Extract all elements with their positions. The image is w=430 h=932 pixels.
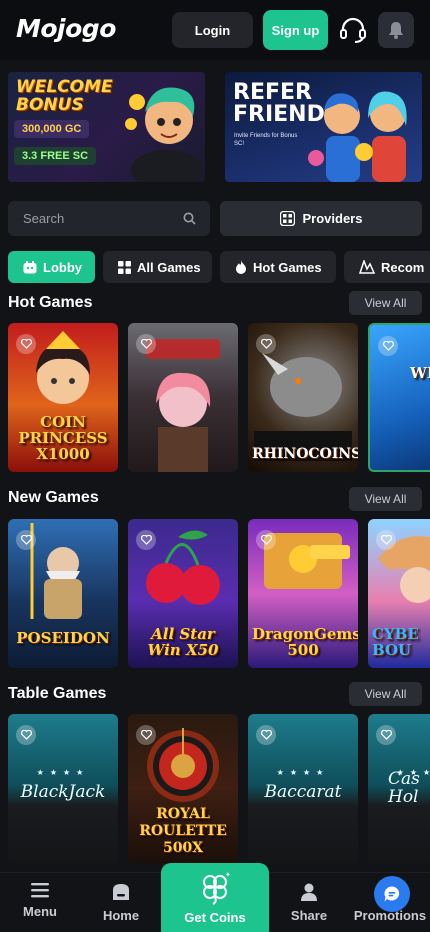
tab-label: Lobby <box>43 259 82 275</box>
share-user-icon <box>301 883 317 901</box>
game-card[interactable]: ★★★★ BlackJack <box>8 714 118 863</box>
nav-label: Menu <box>23 904 57 919</box>
game-title: ROYAL ROULETTE 500X <box>139 806 227 856</box>
game-card[interactable]: All Star Win X50 <box>128 519 238 668</box>
favorite-heart-icon[interactable] <box>136 530 156 550</box>
game-card[interactable]: COIN PRINCESS X1000 <box>8 323 118 472</box>
hot-games-row: COIN PRINCESS X1000 RHINOCOINS WIN <box>8 323 430 473</box>
section-title-table-games: Table Games <box>8 685 107 702</box>
game-card[interactable]: ★★★★ Cas Hol <box>368 714 430 863</box>
favorite-heart-icon[interactable] <box>256 530 276 550</box>
game-title: CYBE BOU <box>372 625 419 659</box>
game-card[interactable]: POSEIDON <box>8 519 118 668</box>
get-coins-label: Get Coins <box>184 910 246 925</box>
game-title: Baccarat <box>264 782 342 802</box>
tab-lobby[interactable]: Lobby <box>8 251 95 283</box>
game-card[interactable]: RHINOCOINS <box>248 323 358 472</box>
support-headset-icon[interactable] <box>338 14 368 46</box>
section-title-new-games: New Games <box>8 489 99 506</box>
favorite-heart-icon[interactable] <box>16 530 36 550</box>
svg-text:✦: ✦ <box>225 871 231 879</box>
nav-label: Share <box>290 908 328 923</box>
game-card[interactable]: DragonGems 500 <box>248 519 358 668</box>
nav-label: Home <box>102 908 140 923</box>
game-title: RHINOCOINS <box>252 446 358 462</box>
game-card[interactable]: CYBE BOU <box>368 519 430 668</box>
menu-icon <box>31 883 49 898</box>
tab-label: Recom <box>381 259 425 275</box>
view-all-hot-games-button[interactable]: View All <box>349 291 422 315</box>
favorite-heart-icon[interactable] <box>136 334 156 354</box>
brand-logo[interactable]: Mojogo <box>16 14 116 43</box>
coins-clover-icon: ✦ <box>203 871 231 905</box>
search-box <box>8 201 210 236</box>
table-games-row: ★★★★ BlackJack ROYAL ROULETTE 500X ★★★★ … <box>8 714 430 864</box>
search-icon[interactable] <box>183 212 196 225</box>
game-title: WIN <box>410 364 430 382</box>
notifications-bell-icon[interactable] <box>378 12 414 48</box>
game-title: POSEIDON <box>16 629 110 647</box>
section-title-hot-games: Hot Games <box>8 294 93 311</box>
providers-button[interactable]: Providers <box>220 201 422 236</box>
category-tabs: Lobby All Games Hot Games Recom <box>8 251 430 283</box>
view-all-table-games-button[interactable]: View All <box>349 682 422 706</box>
favorite-heart-icon[interactable] <box>376 725 396 745</box>
new-games-row: POSEIDON All Star Win X50 DragonGems 500… <box>8 519 430 669</box>
tab-label: Hot Games <box>253 259 322 275</box>
top-header: Mojogo Login Sign up <box>0 0 430 60</box>
mascot-illustration <box>125 87 203 182</box>
favorite-heart-icon[interactable] <box>256 725 276 745</box>
game-card[interactable]: WIN <box>368 323 430 472</box>
favorite-heart-icon[interactable] <box>378 336 398 356</box>
chat-button[interactable] <box>374 876 410 912</box>
nav-menu[interactable]: Menu <box>0 873 80 932</box>
friends-illustration <box>308 91 407 182</box>
view-all-new-games-button[interactable]: View All <box>349 487 422 511</box>
game-card[interactable]: ROYAL ROULETTE 500X <box>128 714 238 863</box>
banner-subtitle: Invite Friends for Bonus SC! <box>234 133 298 147</box>
favorite-heart-icon[interactable] <box>376 530 396 550</box>
gc-bonus-pill: 300,000 GC <box>14 120 90 138</box>
grid-icon <box>118 260 131 274</box>
tab-all-games[interactable]: All Games <box>103 251 212 283</box>
sc-bonus-pill: 3.3 FREE SC <box>14 147 97 165</box>
tab-recommended[interactable]: Recom <box>344 251 430 283</box>
game-card[interactable]: ★★★★ Baccarat <box>248 714 358 863</box>
game-title: BlackJack <box>20 782 106 802</box>
game-title: All Star Win X50 <box>147 625 219 659</box>
stars-decoration: ★★★★ <box>276 768 330 777</box>
refer-friends-banner[interactable]: REFER FRIENDS Invite Friends for Bonus SC… <box>225 72 422 182</box>
providers-icon <box>279 211 295 226</box>
nav-share[interactable]: Share <box>269 873 349 932</box>
favorite-heart-icon[interactable] <box>16 725 36 745</box>
tab-label: All Games <box>137 259 201 275</box>
game-title: Cas Hol <box>388 769 420 807</box>
favorite-heart-icon[interactable] <box>16 334 36 354</box>
stars-decoration: ★★★★ <box>36 768 90 777</box>
game-title: DragonGems 500 <box>252 625 358 659</box>
banner-title: WELCOME BONUS <box>16 77 113 115</box>
providers-label: Providers <box>302 211 363 226</box>
search-input[interactable] <box>8 201 210 236</box>
get-coins-button[interactable]: ✦ Get Coins <box>161 863 269 932</box>
login-button[interactable]: Login <box>172 12 253 48</box>
recommend-icon <box>359 260 375 274</box>
game-title: COIN PRINCESS X1000 <box>18 413 108 463</box>
home-icon <box>113 884 129 900</box>
welcome-bonus-banner[interactable]: WELCOME BONUS 300,000 GC 3.3 FREE SC <box>8 72 205 182</box>
game-card[interactable] <box>128 323 238 472</box>
favorite-heart-icon[interactable] <box>136 725 156 745</box>
chat-icon <box>384 886 400 902</box>
flame-icon <box>236 260 246 274</box>
tab-hot-games[interactable]: Hot Games <box>220 251 336 283</box>
favorite-heart-icon[interactable] <box>256 334 276 354</box>
lobby-icon <box>23 260 37 273</box>
signup-button[interactable]: Sign up <box>263 10 328 50</box>
nav-home[interactable]: Home <box>81 873 161 932</box>
